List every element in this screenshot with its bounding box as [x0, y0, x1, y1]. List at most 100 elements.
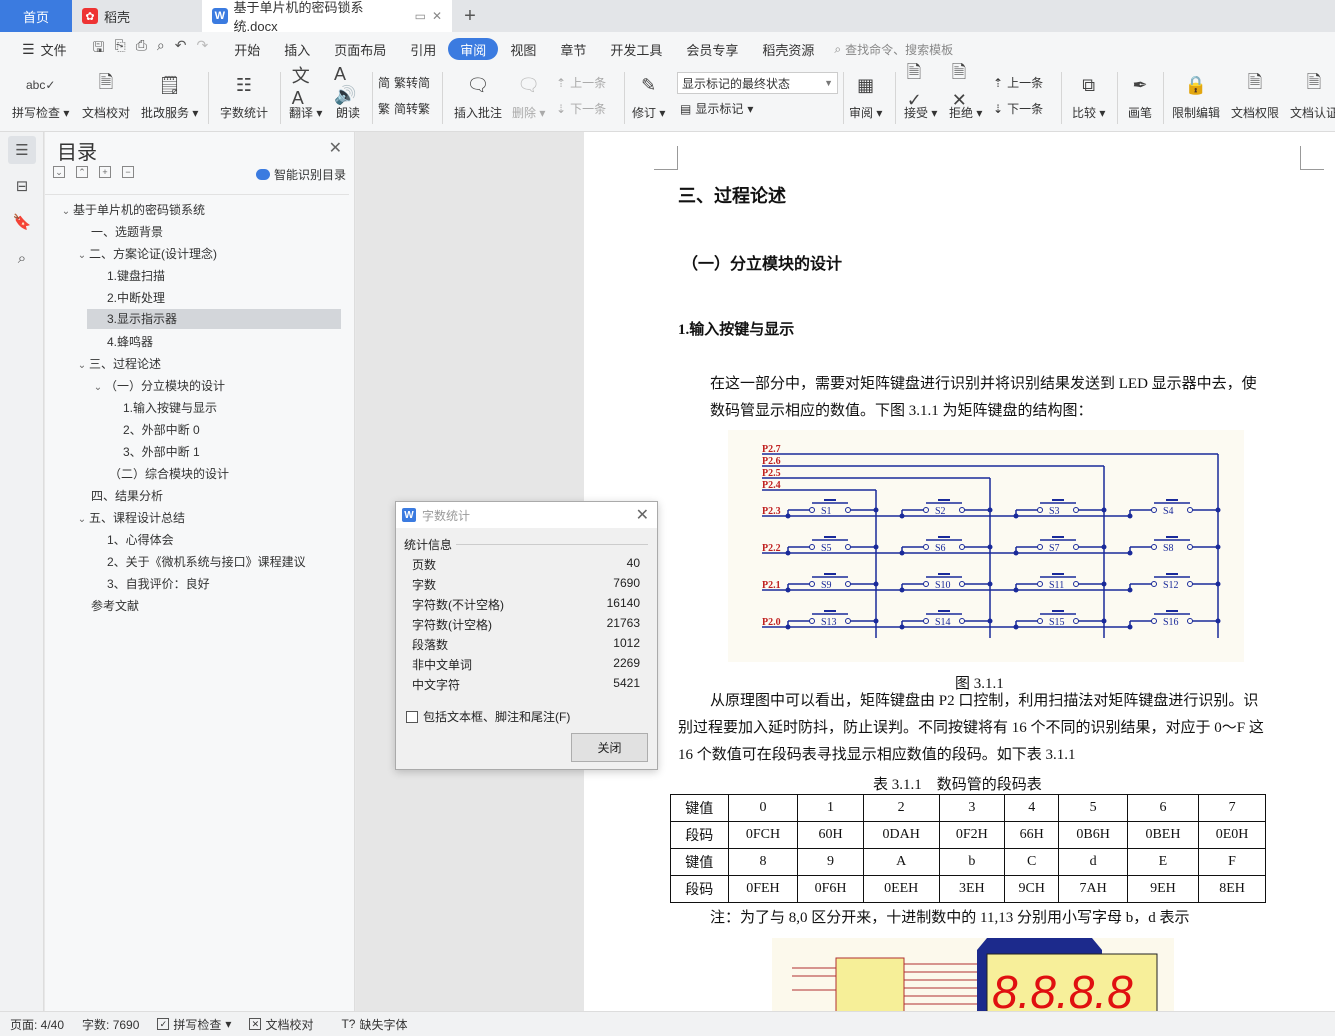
restrict-edit-button[interactable]: 🔒 限制编辑: [1172, 70, 1220, 121]
smart-toc-button[interactable]: 智能识别目录: [255, 166, 346, 183]
translate-label: 翻译: [289, 106, 314, 120]
document-page[interactable]: 三、过程论述 （一）分立模块的设计 1.输入按键与显示 在这一部分中，需要对矩阵…: [584, 132, 1335, 1011]
dialog-titlebar[interactable]: W 字数统计: [396, 502, 657, 528]
table-cell: 9CH: [1003, 875, 1060, 903]
missing-font-label: 缺失字体: [359, 1017, 408, 1032]
toc-item-label: 4.蜂鸣器: [107, 335, 154, 349]
collapse-all-icon[interactable]: ⌄: [53, 166, 65, 178]
menu-chapter[interactable]: 章节: [548, 38, 598, 60]
toc-panel-icon[interactable]: ☰: [8, 136, 36, 164]
toc-item[interactable]: 2、关于《微机系统与接口》课程建议: [107, 552, 306, 572]
spellcheck-toggle[interactable]: ✓ 拼写检查 ▾: [157, 1016, 231, 1033]
doc-check-status[interactable]: ✕ 文档校对: [249, 1016, 313, 1033]
toc-item[interactable]: 四、结果分析: [91, 486, 163, 506]
missing-font-status[interactable]: T? 缺失字体: [341, 1016, 407, 1033]
accept-button[interactable]: 🗎✓ 接受 ▾: [904, 62, 937, 121]
toc-item[interactable]: ⌄ 基于单片机的密码锁系统: [59, 200, 205, 220]
toc-item[interactable]: 1、心得体会: [107, 530, 174, 550]
remove-heading-icon[interactable]: −: [122, 166, 134, 178]
prev-change-button[interactable]: ⇡ 上一条: [993, 74, 1043, 91]
toc-item[interactable]: （二）综合模块的设计: [109, 464, 229, 484]
junction-dot: [1127, 624, 1133, 630]
menu-references[interactable]: 引用: [398, 38, 448, 60]
close-icon[interactable]: ✕: [329, 138, 342, 158]
translate-button[interactable]: 文A 翻译 ▾: [289, 66, 322, 121]
insert-comment-button[interactable]: 🗨 插入批注: [454, 70, 502, 121]
delete-comment-button[interactable]: 🗨 删除 ▾: [512, 70, 545, 121]
menu-insert[interactable]: 插入: [272, 38, 322, 60]
word-count-button[interactable]: ☷ 字数统计: [220, 70, 268, 121]
prev-comment-button[interactable]: ⇡ 上一条: [556, 74, 606, 91]
menu-review[interactable]: 审阅: [448, 38, 499, 60]
tab-home[interactable]: 首页: [0, 0, 72, 32]
command-search[interactable]: ⌕ 查找命令、搜索模板: [834, 41, 953, 58]
pen-button[interactable]: ✒ 画笔: [1126, 70, 1154, 121]
redo-icon[interactable]: ↷: [197, 37, 209, 61]
menu-start[interactable]: 开始: [222, 38, 272, 60]
toc-item[interactable]: ⌄ 三、过程论述: [75, 354, 161, 374]
trad-to-simp-button[interactable]: 简繁转简: [378, 74, 430, 91]
toc-item[interactable]: 1.键盘扫描: [107, 266, 165, 286]
word-count-indicator[interactable]: 字数: 7690: [82, 1016, 139, 1033]
toc-item[interactable]: 4.蜂鸣器: [107, 332, 153, 352]
bookmark-icon[interactable]: 🔖: [8, 208, 36, 236]
toc-item[interactable]: 2.中断处理: [107, 288, 165, 308]
toc-item[interactable]: ⌄ 五、课程设计总结: [75, 508, 185, 528]
toc-item[interactable]: 1.输入按键与显示: [123, 398, 217, 418]
toc-item[interactable]: 一、选题背景: [91, 222, 163, 242]
separator: [208, 72, 209, 124]
menu-layout[interactable]: 页面布局: [322, 38, 398, 60]
tab-daoke[interactable]: ✿ 稻壳: [72, 0, 202, 32]
paragraph-line: 从原理图中可以看出，矩阵键盘由 P2 口控制，利用扫描法对矩阵键盘进行识别。识: [710, 693, 1259, 709]
include-textbox-checkbox[interactable]: 包括文本框、脚注和尾注(F): [406, 708, 570, 725]
menu-developer[interactable]: 开发工具: [598, 38, 674, 60]
toc-item[interactable]: 3、外部中断 1: [123, 442, 200, 462]
window-icon[interactable]: ▭: [415, 9, 426, 23]
add-heading-icon[interactable]: +: [99, 166, 111, 178]
reject-button[interactable]: 🗎✕ 拒绝 ▾: [949, 62, 982, 121]
doc-permission-button[interactable]: 🗎 文档权限: [1231, 70, 1279, 121]
dialog-title: 字数统计: [422, 508, 471, 523]
spellcheck-button[interactable]: abc✓ 拼写检查 ▾: [12, 70, 69, 121]
toc-item[interactable]: 2、外部中断 0: [123, 420, 200, 440]
print-preview-icon[interactable]: ⌕: [157, 37, 165, 61]
simp-to-trad-button[interactable]: 繁简转繁: [378, 100, 430, 117]
junction-dot: [785, 550, 791, 556]
annotate-service-button[interactable]: 🗒 批改服务 ▾: [141, 70, 198, 121]
compare-button[interactable]: ⧉ 比较 ▾: [1072, 70, 1105, 121]
review-pane-button[interactable]: ▦ 审阅 ▾: [849, 70, 882, 121]
page-indicator[interactable]: 页面: 4/40: [10, 1016, 64, 1033]
checkbox-box[interactable]: [406, 710, 418, 723]
stat-label: 字符数(不计空格): [412, 598, 504, 612]
new-tab-button[interactable]: +: [452, 0, 488, 32]
menu-view[interactable]: 视图: [498, 38, 548, 60]
menu-member[interactable]: 会员专享: [674, 38, 750, 60]
next-comment-button[interactable]: ⇣ 下一条: [556, 100, 606, 117]
chapter-nav-icon[interactable]: ⊟: [8, 172, 36, 200]
undo-icon[interactable]: ↶: [175, 37, 187, 61]
revise-button[interactable]: ✎ 修订 ▾: [632, 70, 665, 121]
menu-daoke-resources[interactable]: 稻壳资源: [750, 38, 826, 60]
save-icon[interactable]: 🖫: [93, 37, 105, 61]
show-markup-button[interactable]: ▤ 显示标记 ▾: [680, 100, 753, 117]
search-icon[interactable]: ⌕: [8, 244, 36, 272]
expand-all-icon[interactable]: ⌃: [76, 166, 88, 178]
doc-cert-button[interactable]: 🗎 文档认证: [1290, 70, 1335, 121]
tab-document[interactable]: W 基于单片机的密码锁系统.docx ▭ ✕: [202, 0, 452, 34]
export-pdf-icon[interactable]: ⎘: [115, 37, 126, 61]
menu-file[interactable]: ☰ 文件: [10, 38, 79, 60]
toc-item[interactable]: 3、自我评价：良好: [107, 574, 210, 594]
toc-item[interactable]: ⌄ （一）分立模块的设计: [91, 376, 225, 396]
next-change-button[interactable]: ⇣ 下一条: [993, 100, 1043, 117]
markup-state-select[interactable]: 显示标记的最终状态 ▼: [677, 72, 838, 94]
close-button[interactable]: 关闭: [571, 733, 648, 762]
close-tab-icon[interactable]: ✕: [432, 9, 442, 23]
doc-check-button[interactable]: 🗎 文档校对: [82, 70, 130, 121]
print-icon[interactable]: ⎙: [136, 37, 147, 61]
close-icon[interactable]: ✕: [636, 505, 649, 525]
table-cell: 0FEH: [727, 875, 799, 903]
read-aloud-button[interactable]: A🔊 朗读: [334, 64, 362, 121]
toc-item[interactable]: 参考文献: [91, 596, 139, 616]
toc-item-selected[interactable]: 3.显示指示器: [87, 309, 341, 329]
toc-item[interactable]: ⌄ 二、方案论证(设计理念): [75, 244, 217, 264]
